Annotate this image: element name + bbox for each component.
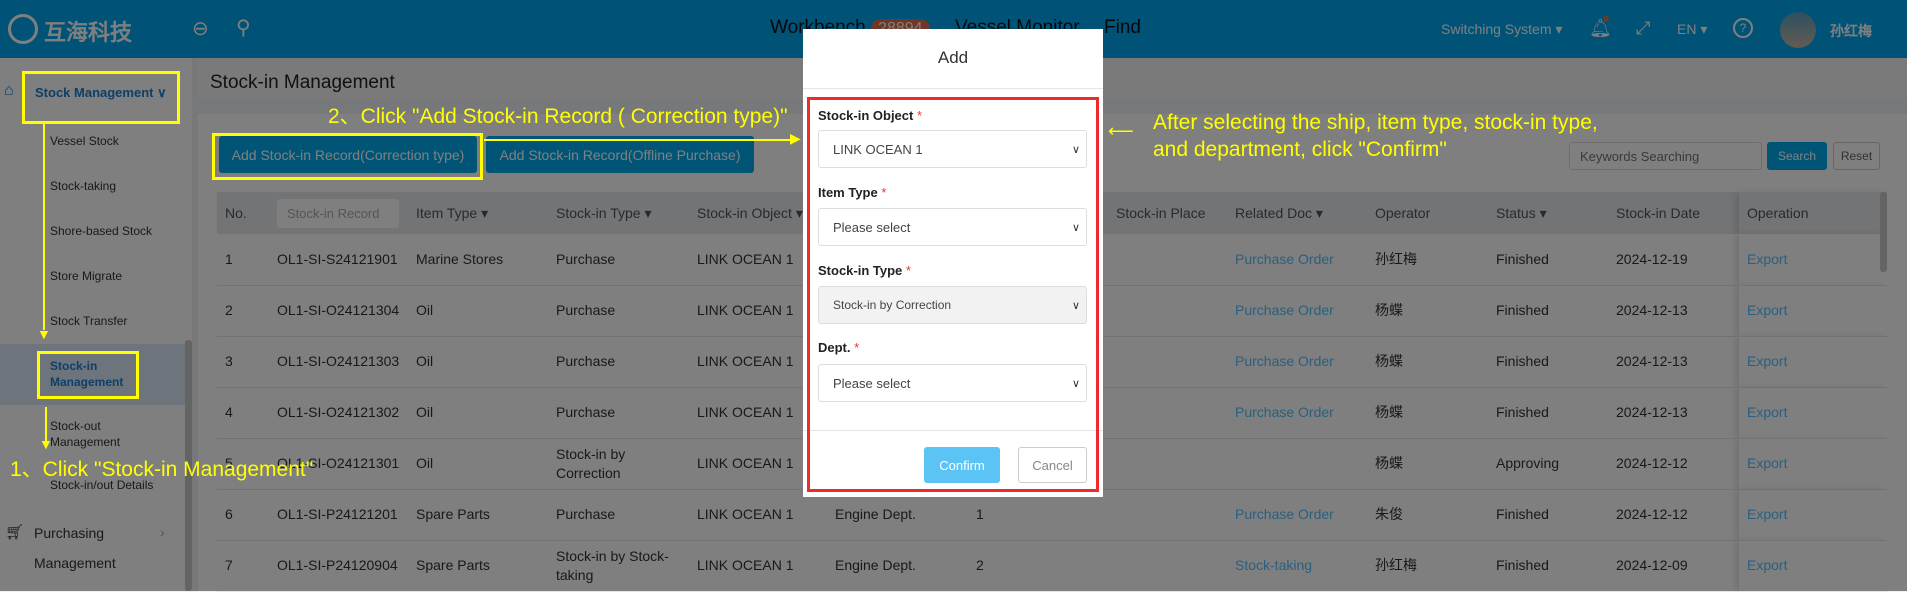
arrow-down-icon: ▼ — [37, 326, 51, 342]
divider — [803, 88, 1103, 89]
arrow-right-icon: ▶ — [790, 130, 801, 146]
arrow-down-icon: ▼ — [39, 436, 53, 452]
annotation-box-stock-in-management — [37, 351, 139, 399]
annotation-step2: 2、Click "Add Stock-in Record ( Correctio… — [328, 105, 788, 128]
add-dialog: Add Stock-in Object * LINK OCEAN 1 ∨ Item… — [803, 29, 1103, 497]
annotation-step1: 1、Click "Stock-in Management" — [10, 458, 314, 481]
arrow-left-icon: ⟵ — [1108, 121, 1134, 141]
annotation-box-correction-button — [212, 133, 483, 180]
highlight-box — [807, 97, 1099, 492]
arrow-right-line — [484, 139, 794, 141]
annotation-step3-line2: and department, click "Confirm" — [1153, 138, 1447, 161]
annotation-box-stock-management — [22, 71, 180, 124]
dialog-title: Add — [937, 48, 969, 67]
annotation-step3-line1: After selecting the ship, item type, sto… — [1153, 111, 1598, 134]
arrow-down-line — [43, 124, 45, 330]
